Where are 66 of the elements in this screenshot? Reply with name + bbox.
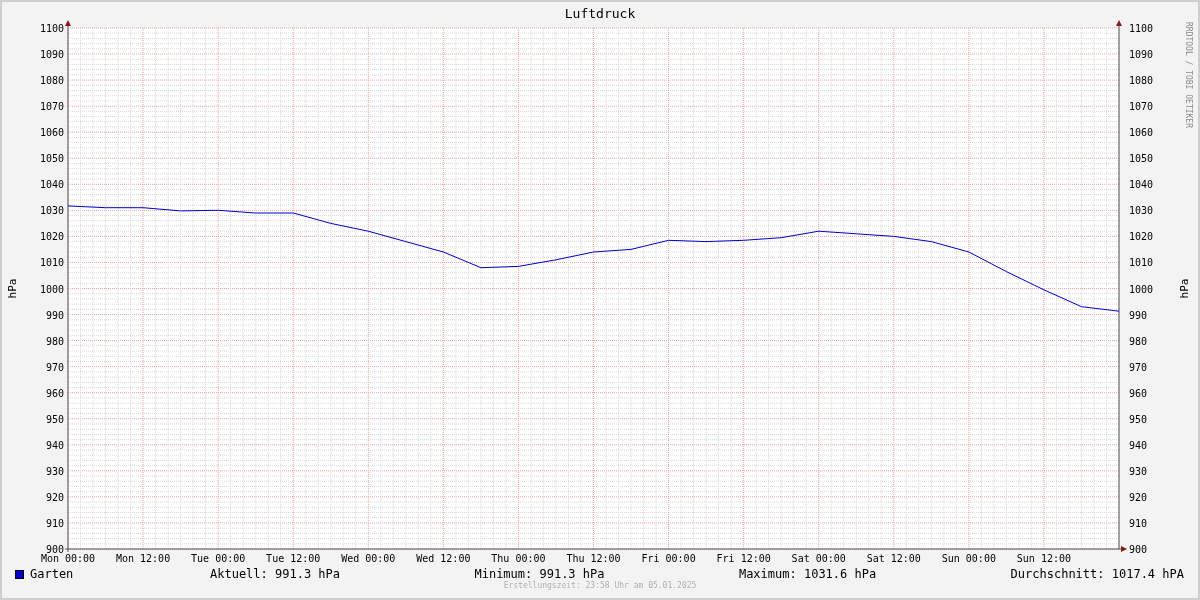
x-tick-label: Thu 00:00: [491, 553, 546, 564]
y-tick-label: 1000: [39, 283, 64, 295]
y-tick-label: 980: [1129, 335, 1148, 347]
x-tick-label: Wed 00:00: [341, 553, 396, 564]
y-axis-label: hPa: [6, 278, 19, 299]
x-tick-label: Mon 12:00: [116, 553, 171, 564]
y-tick-label: 1050: [39, 153, 64, 165]
x-tick-label: Mon 00:00: [40, 553, 96, 564]
y-tick-label: 1070: [1129, 101, 1154, 113]
credit-text: RRDTOOL / TOBI OETIKER: [1184, 22, 1193, 128]
stat-text: Durchschnitt: 1017.4 hPA: [1010, 568, 1184, 580]
y-tick-label: 940: [45, 439, 64, 451]
x-tick-label: Sat 12:00: [866, 553, 921, 564]
y-tick-label: 1000: [1129, 283, 1154, 295]
y-tick-label: 1030: [39, 205, 64, 217]
x-tick-label: Sun 00:00: [941, 553, 996, 564]
y-tick-label: 980: [45, 335, 64, 347]
stat-text: Maximum: 1031.6 hPa: [738, 568, 877, 580]
x-tick-label: Wed 12:00: [416, 553, 471, 564]
y-tick-label: 1060: [39, 127, 64, 139]
footer-text: Erstellungszeit: 23:58 Uhr am 05.01.2025: [503, 582, 697, 590]
y-tick-label: 1070: [39, 101, 64, 113]
y-tick-label: 1060: [1129, 127, 1154, 139]
y-tick-label: 940: [1129, 439, 1148, 451]
y-tick-label: 900: [1129, 544, 1148, 555]
y-tick-label: 1010: [1129, 257, 1154, 269]
y-tick-label: 1100: [39, 23, 64, 34]
y-tick-label: 990: [45, 309, 64, 321]
y-tick-label: 1090: [39, 49, 64, 61]
y-tick-label: 1100: [1129, 23, 1154, 34]
y-tick-label: 970: [45, 361, 64, 373]
y-tick-label: 1040: [1129, 179, 1154, 191]
x-tick-label: Thu 12:00: [566, 553, 621, 564]
y-tick-label: 900: [45, 544, 64, 555]
x-tick-label: Fri 00:00: [641, 553, 696, 564]
y-tick-label: 970: [1129, 361, 1148, 373]
y-tick-label: 1080: [1129, 75, 1154, 87]
y-tick-label: 1090: [1129, 49, 1154, 61]
y-tick-label: 910: [1129, 517, 1148, 529]
y-tick-label: 1020: [39, 231, 64, 243]
y-tick-label: 930: [1129, 465, 1148, 477]
legend-label: Garten: [30, 568, 74, 580]
y-tick-label: 950: [45, 413, 64, 425]
y-tick-label: 1020: [1129, 231, 1154, 243]
y-axis-label: hPa: [1178, 278, 1191, 299]
y-tick-label: 1040: [39, 179, 64, 191]
stat-text: Aktuell: 991.3 hPa: [210, 568, 341, 580]
y-tick-label: 1050: [1129, 153, 1154, 165]
y-tick-label: 1010: [39, 257, 64, 269]
y-tick-label: 920: [1129, 491, 1148, 503]
x-tick-label: Sun 12:00: [1016, 553, 1071, 564]
y-tick-label: 910: [45, 517, 64, 529]
x-tick-label: Sat 00:00: [791, 553, 846, 564]
y-tick-label: 920: [45, 491, 64, 503]
y-tick-label: 1030: [1129, 205, 1154, 217]
y-tick-label: 960: [45, 387, 64, 399]
x-tick-label: Tue 12:00: [266, 553, 321, 564]
y-tick-label: 930: [45, 465, 64, 477]
y-tick-label: 960: [1129, 387, 1148, 399]
y-tick-label: 950: [1129, 413, 1148, 425]
y-tick-label: 990: [1129, 309, 1148, 321]
x-tick-label: Fri 12:00: [716, 553, 771, 564]
x-tick-label: Tue 00:00: [191, 553, 246, 564]
chart-title: Luftdruck: [564, 7, 636, 20]
y-tick-label: 1080: [39, 75, 64, 87]
stat-text: Minimum: 991.3 hPa: [474, 568, 605, 580]
